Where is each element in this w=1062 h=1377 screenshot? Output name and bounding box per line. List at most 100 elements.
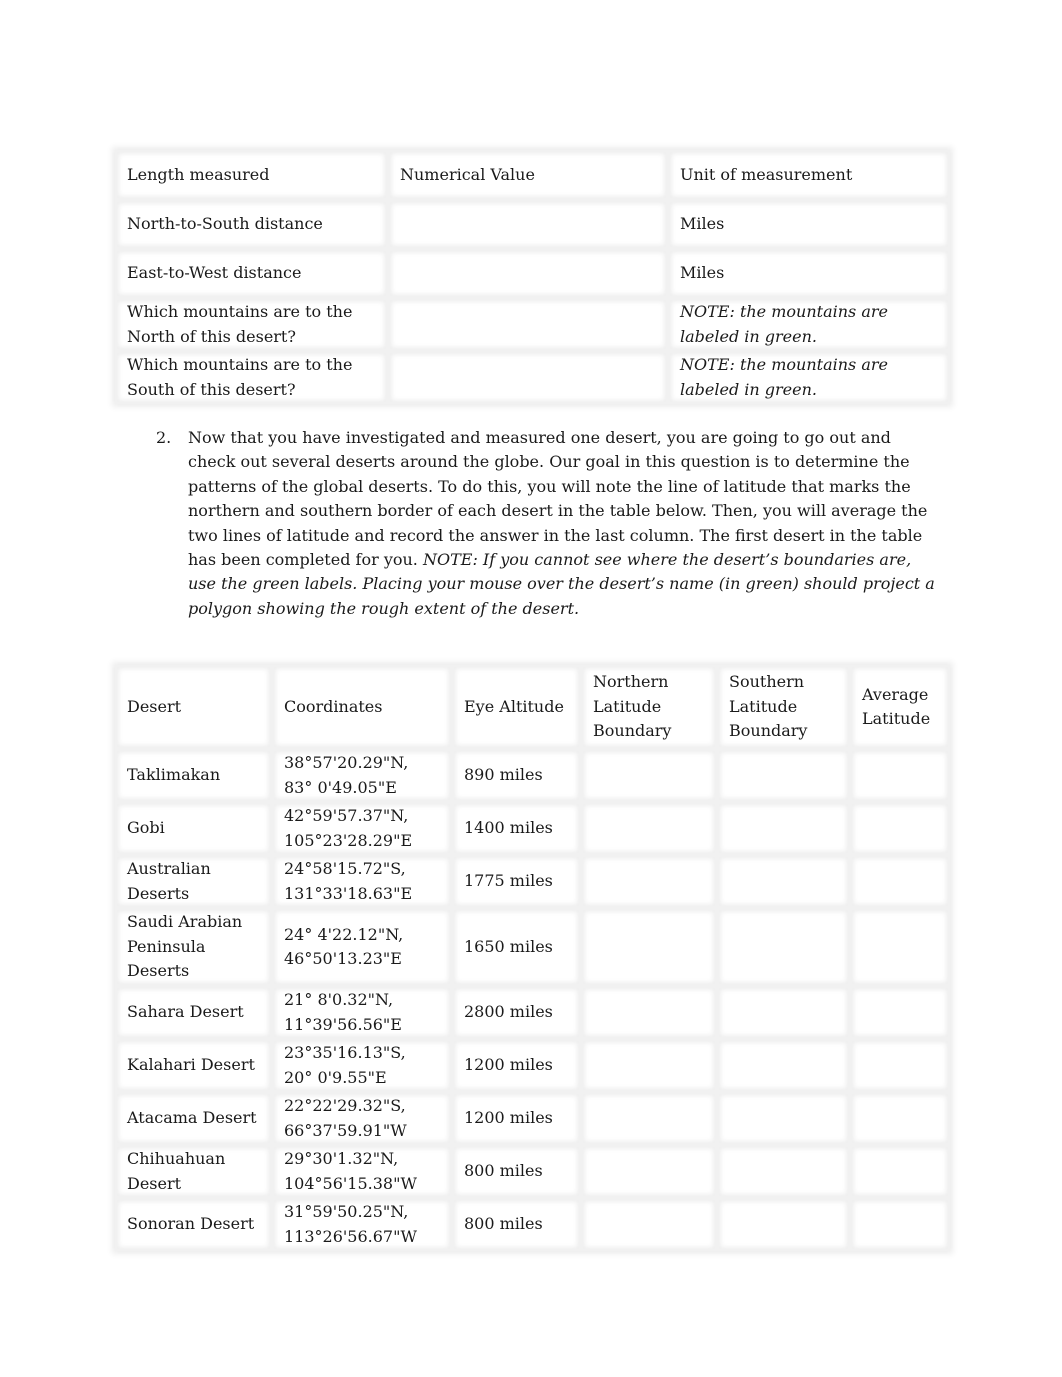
header-desert: Desert (115, 665, 272, 749)
average-latitude-cell[interactable] (850, 1092, 950, 1145)
southern-boundary-cell[interactable] (717, 986, 850, 1039)
table-row: North-to-South distance Miles (115, 200, 950, 249)
header-length-measured: Length measured (115, 150, 388, 200)
table-row: Gobi 42°59'57.37"N, 105°23'28.29"E 1400 m… (115, 802, 950, 855)
header-northern-boundary: Northern Latitude Boundary (581, 665, 717, 749)
latitude: 31°59'50.25"N, (284, 1202, 409, 1221)
eye-altitude: 1775 miles (452, 855, 581, 908)
header-average-latitude: Average Latitude (850, 665, 950, 749)
measurement-table: Length measured Numerical Value Unit of … (115, 150, 950, 404)
table-row: Sonoran Desert 31°59'50.25"N, 113°26'56.6… (115, 1198, 950, 1251)
average-latitude-cell[interactable] (850, 749, 950, 802)
question-body: Now that you have investigated and measu… (188, 426, 940, 621)
row-label: East-to-West distance (115, 249, 388, 298)
northern-boundary-cell[interactable] (581, 908, 717, 986)
unit-cell: Miles (668, 200, 950, 249)
value-cell[interactable] (388, 249, 668, 298)
average-latitude-cell[interactable] (850, 1039, 950, 1092)
table-row: Taklimakan 38°57'20.29"N, 83° 0'49.05"E 8… (115, 749, 950, 802)
desert-name: Sonoran Desert (115, 1198, 272, 1251)
longitude: 83° 0'49.05"E (284, 777, 397, 797)
longitude: 66°37'59.91"W (284, 1120, 407, 1140)
table-row: Kalahari Desert 23°35'16.13"S, 20° 0'9.55… (115, 1039, 950, 1092)
table-row: Saudi Arabian Peninsula Deserts 24° 4'22… (115, 908, 950, 986)
northern-boundary-cell[interactable] (581, 855, 717, 908)
southern-boundary-cell[interactable] (717, 855, 850, 908)
latitude: 22°22'29.32"S, (284, 1096, 406, 1115)
longitude: 11°39'56.56"E (284, 1014, 402, 1034)
coordinates-cell: 31°59'50.25"N, 113°26'56.67"W (272, 1198, 452, 1251)
average-latitude-cell[interactable] (850, 908, 950, 986)
coordinates-cell: 29°30'1.32"N, 104°56'15.38"W (272, 1145, 452, 1198)
latitude: 24° 4'22.12"N, (284, 924, 404, 944)
table-row: Which mountains are to the South of this… (115, 351, 950, 404)
eye-altitude: 1400 miles (452, 802, 581, 855)
northern-boundary-cell[interactable] (581, 986, 717, 1039)
average-latitude-cell[interactable] (850, 1198, 950, 1251)
unit-cell: Miles (668, 249, 950, 298)
eye-altitude: 800 miles (452, 1198, 581, 1251)
header-unit: Unit of measurement (668, 150, 950, 200)
coordinates-cell: 23°35'16.13"S, 20° 0'9.55"E (272, 1039, 452, 1092)
northern-boundary-cell[interactable] (581, 1145, 717, 1198)
longitude: 104°56'15.38"W (284, 1173, 417, 1193)
eye-altitude: 1650 miles (452, 908, 581, 986)
southern-boundary-cell[interactable] (717, 1145, 850, 1198)
desert-name: Taklimakan (115, 749, 272, 802)
coordinates-cell: 38°57'20.29"N, 83° 0'49.05"E (272, 749, 452, 802)
southern-boundary-cell[interactable] (717, 1198, 850, 1251)
coordinates-cell: 21° 8'0.32"N, 11°39'56.56"E (272, 986, 452, 1039)
eye-altitude: 800 miles (452, 1145, 581, 1198)
average-latitude-cell[interactable] (850, 1145, 950, 1198)
desert-name: Sahara Desert (115, 986, 272, 1039)
table-row: Australian Deserts 24°58'15.72"S, 131°33'… (115, 855, 950, 908)
note-cell: NOTE: the mountains are labeled in green… (668, 298, 950, 351)
table-row: Atacama Desert 22°22'29.32"S, 66°37'59.91… (115, 1092, 950, 1145)
average-latitude-cell[interactable] (850, 986, 950, 1039)
table-row: Chihuahuan Desert 29°30'1.32"N, 104°56'15… (115, 1145, 950, 1198)
average-latitude-cell[interactable] (850, 855, 950, 908)
latitude: 23°35'16.13"S, (284, 1043, 406, 1062)
longitude: 20° 0'9.55"E (284, 1067, 387, 1087)
value-cell[interactable] (388, 298, 668, 351)
longitude: 131°33'18.63"E (284, 883, 413, 903)
latitude: 42°59'57.37"N, (284, 806, 409, 825)
longitude: 105°23'28.29"E (284, 830, 413, 850)
question-2: 2. Now that you have investigated and me… (156, 426, 946, 621)
northern-boundary-cell[interactable] (581, 802, 717, 855)
eye-altitude: 2800 miles (452, 986, 581, 1039)
header-southern-boundary: Southern Latitude Boundary (717, 665, 850, 749)
desert-name: Gobi (115, 802, 272, 855)
southern-boundary-cell[interactable] (717, 749, 850, 802)
question-text: Now that you have investigated and measu… (188, 428, 928, 570)
southern-boundary-cell[interactable] (717, 1039, 850, 1092)
row-label: North-to-South distance (115, 200, 388, 249)
southern-boundary-cell[interactable] (717, 802, 850, 855)
latitude: 29°30'1.32"N, (284, 1149, 399, 1168)
northern-boundary-cell[interactable] (581, 749, 717, 802)
southern-boundary-cell[interactable] (717, 1092, 850, 1145)
desert-name: Australian Deserts (115, 855, 272, 908)
latitude: 21° 8'0.32"N, (284, 990, 394, 1009)
header-numerical-value: Numerical Value (388, 150, 668, 200)
longitude: 46°50'13.23"E (284, 949, 402, 968)
value-cell[interactable] (388, 351, 668, 404)
document-page: Length measured Numerical Value Unit of … (0, 0, 1062, 1377)
eye-altitude: 1200 miles (452, 1039, 581, 1092)
coordinates-cell: 22°22'29.32"S, 66°37'59.91"W (272, 1092, 452, 1145)
northern-boundary-cell[interactable] (581, 1198, 717, 1251)
northern-boundary-cell[interactable] (581, 1039, 717, 1092)
southern-boundary-cell[interactable] (717, 908, 850, 986)
table-row: East-to-West distance Miles (115, 249, 950, 298)
table-header-row: Desert Coordinates Eye Altitude Northern… (115, 665, 950, 749)
coordinates-cell: 24°58'15.72"S, 131°33'18.63"E (272, 855, 452, 908)
header-eye-altitude: Eye Altitude (452, 665, 581, 749)
value-cell[interactable] (388, 200, 668, 249)
northern-boundary-cell[interactable] (581, 1092, 717, 1145)
note-cell: NOTE: the mountains are labeled in green… (668, 351, 950, 404)
question-number: 2. (156, 428, 172, 447)
average-latitude-cell[interactable] (850, 802, 950, 855)
desert-name: Chihuahuan Desert (115, 1145, 272, 1198)
header-coordinates: Coordinates (272, 665, 452, 749)
coordinates-cell: 24° 4'22.12"N, 46°50'13.23"E (272, 908, 452, 986)
